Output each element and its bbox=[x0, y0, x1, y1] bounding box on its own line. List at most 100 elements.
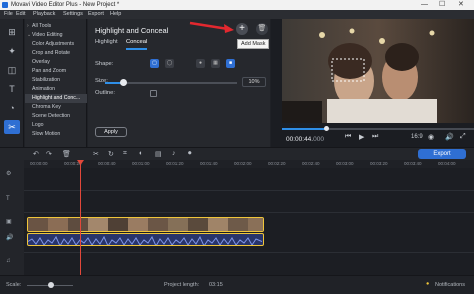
minimize-button[interactable]: — bbox=[421, 0, 428, 10]
rotate-icon[interactable]: ↻ bbox=[108, 150, 114, 158]
pixelate-icon[interactable]: ▦ bbox=[211, 59, 220, 68]
maximize-button[interactable]: ☐ bbox=[439, 0, 445, 10]
list-item[interactable]: › All Tools bbox=[25, 22, 87, 31]
solid-fill-icon[interactable]: ■ bbox=[226, 59, 235, 68]
close-button[interactable]: ✕ bbox=[458, 0, 464, 10]
skip-back-icon[interactable]: ⏮ bbox=[345, 133, 351, 141]
list-item[interactable]: Crop and Rotate bbox=[25, 49, 87, 58]
timeline-ruler[interactable]: 00:00:00 00:00:20 00:00:40 00:01:00 00:0… bbox=[24, 160, 474, 168]
apply-button[interactable]: Apply bbox=[95, 127, 127, 137]
list-item[interactable]: Scene Detection bbox=[25, 112, 87, 121]
ruler-tick: 00:01:40 bbox=[200, 161, 218, 166]
clip-thumbnail bbox=[188, 218, 208, 231]
aspect-ratio-select[interactable]: 16:9 bbox=[411, 134, 423, 140]
split-icon[interactable]: ✂ bbox=[93, 150, 99, 158]
record-icon[interactable]: ⏺ bbox=[188, 150, 192, 158]
redo-icon[interactable]: ↷ bbox=[46, 150, 52, 158]
list-item[interactable]: ⌄ Video Editing bbox=[25, 31, 87, 40]
video-clip[interactable] bbox=[27, 217, 264, 232]
clip-thumbnail bbox=[108, 218, 128, 231]
notifications-link[interactable]: Notifications bbox=[435, 282, 465, 288]
left-toolbar: ⊞ ✦ ◫ T ◔ ✂ bbox=[0, 19, 24, 147]
menu-help[interactable]: Help bbox=[110, 10, 121, 19]
panel-title: Highlight and Conceal bbox=[95, 26, 169, 35]
list-item[interactable]: Animation bbox=[25, 85, 87, 94]
size-slider[interactable] bbox=[105, 79, 237, 86]
volume-icon[interactable]: 🔊 bbox=[445, 133, 454, 141]
clip-thumbnail bbox=[28, 218, 48, 231]
transitions-icon[interactable]: ◫ bbox=[4, 63, 20, 77]
ruler-tick: 00:00:00 bbox=[30, 161, 48, 166]
crop-icon[interactable]: ⌗ bbox=[123, 150, 127, 158]
ruler-tick: 00:02:40 bbox=[302, 161, 320, 166]
size-value-field[interactable]: 10% bbox=[242, 77, 266, 87]
shape-label: Shape: bbox=[95, 61, 114, 67]
app-window: Movavi Video Editor Plus - New Project *… bbox=[0, 0, 474, 294]
titles-icon[interactable]: T bbox=[4, 82, 20, 96]
import-icon[interactable]: ⊞ bbox=[4, 25, 20, 39]
skip-forward-icon[interactable]: ⏭ bbox=[372, 133, 378, 141]
play-icon[interactable]: ▶ bbox=[359, 133, 364, 141]
playback-progress-bar[interactable] bbox=[282, 126, 474, 131]
delete-icon[interactable]: 🗑 bbox=[62, 150, 71, 158]
more-tools-icon[interactable]: ✂ bbox=[4, 120, 20, 134]
music-track-icon[interactable]: ♫ bbox=[6, 258, 11, 264]
list-item[interactable]: Slow Motion bbox=[25, 130, 87, 139]
list-item[interactable]: Chroma Key bbox=[25, 103, 87, 112]
delete-mask-button[interactable]: 🗑 bbox=[256, 23, 268, 35]
tools-list: › All Tools ⌄ Video Editing Color Adjustme… bbox=[25, 19, 87, 147]
ruler-tick: 00:02:00 bbox=[234, 161, 252, 166]
mute-track-icon[interactable]: 🔊 bbox=[6, 234, 13, 241]
rectangle-shape-button[interactable]: ▢ bbox=[150, 59, 159, 68]
ruler-tick: 00:00:40 bbox=[98, 161, 116, 166]
menu-edit[interactable]: Edit bbox=[16, 10, 25, 19]
audio-clip[interactable] bbox=[27, 233, 264, 246]
snapshot-icon[interactable]: ◉ bbox=[428, 133, 434, 141]
list-item[interactable]: Pan and Zoom bbox=[25, 67, 87, 76]
menu-settings[interactable]: Settings bbox=[63, 10, 83, 19]
chevron-down-icon: ⌄ bbox=[27, 32, 32, 38]
clip-thumbnail bbox=[208, 218, 228, 231]
filters-icon[interactable]: ✦ bbox=[4, 44, 20, 58]
ruler-tick: 00:04:00 bbox=[438, 161, 456, 166]
list-item[interactable]: Color Adjustments bbox=[25, 40, 87, 49]
stickers-icon[interactable]: ◔ bbox=[4, 101, 20, 115]
menu-file[interactable]: File bbox=[4, 10, 13, 19]
ruler-tick: 00:02:20 bbox=[268, 161, 286, 166]
menu-playback[interactable]: Playback bbox=[33, 10, 55, 19]
playhead[interactable] bbox=[80, 160, 81, 275]
tab-highlight[interactable]: Highlight bbox=[95, 39, 118, 45]
video-preview[interactable] bbox=[282, 19, 474, 123]
ellipse-shape-button[interactable]: ◯ bbox=[165, 59, 174, 68]
list-item-selected[interactable]: Highlight and Conc... bbox=[25, 94, 87, 103]
menu-export[interactable]: Export bbox=[88, 10, 104, 19]
title-bar: Movavi Video Editor Plus - New Project *… bbox=[0, 0, 474, 10]
outline-checkbox[interactable] bbox=[150, 90, 157, 97]
list-item-label: All Tools bbox=[32, 23, 52, 29]
chevron-right-icon: › bbox=[27, 23, 29, 29]
undo-icon[interactable]: ↶ bbox=[33, 150, 39, 158]
bell-icon[interactable]: ● bbox=[426, 281, 429, 287]
clip-properties-icon[interactable]: ▤ bbox=[155, 150, 162, 158]
export-button[interactable]: Export bbox=[418, 149, 466, 159]
fullscreen-icon[interactable]: ⤢ bbox=[460, 133, 466, 141]
list-item[interactable]: Overlay bbox=[25, 58, 87, 67]
clip-thumbnail bbox=[48, 218, 68, 231]
text-track-icon[interactable]: T bbox=[6, 196, 10, 202]
video-track-icon[interactable]: ▣ bbox=[6, 218, 12, 225]
video-frame-image bbox=[282, 19, 474, 123]
color-adjust-icon[interactable]: ◐ bbox=[139, 150, 143, 157]
track-divider bbox=[24, 212, 474, 213]
ruler-tick: 00:03:20 bbox=[370, 161, 388, 166]
app-logo-icon bbox=[2, 2, 8, 8]
progress-fill bbox=[282, 128, 327, 130]
track-settings-icon[interactable]: ⚙ bbox=[6, 170, 11, 177]
list-item[interactable]: Stabilization bbox=[25, 76, 87, 85]
clip-thumbnail bbox=[248, 218, 263, 231]
audio-icon[interactable]: ♪ bbox=[172, 150, 176, 157]
tab-conceal[interactable]: Conceal bbox=[126, 39, 148, 50]
list-item[interactable]: Logo bbox=[25, 121, 87, 130]
scale-slider-handle[interactable] bbox=[48, 282, 54, 288]
blur-icon[interactable]: ● bbox=[196, 59, 205, 68]
project-length-value: 03:15 bbox=[209, 282, 223, 288]
